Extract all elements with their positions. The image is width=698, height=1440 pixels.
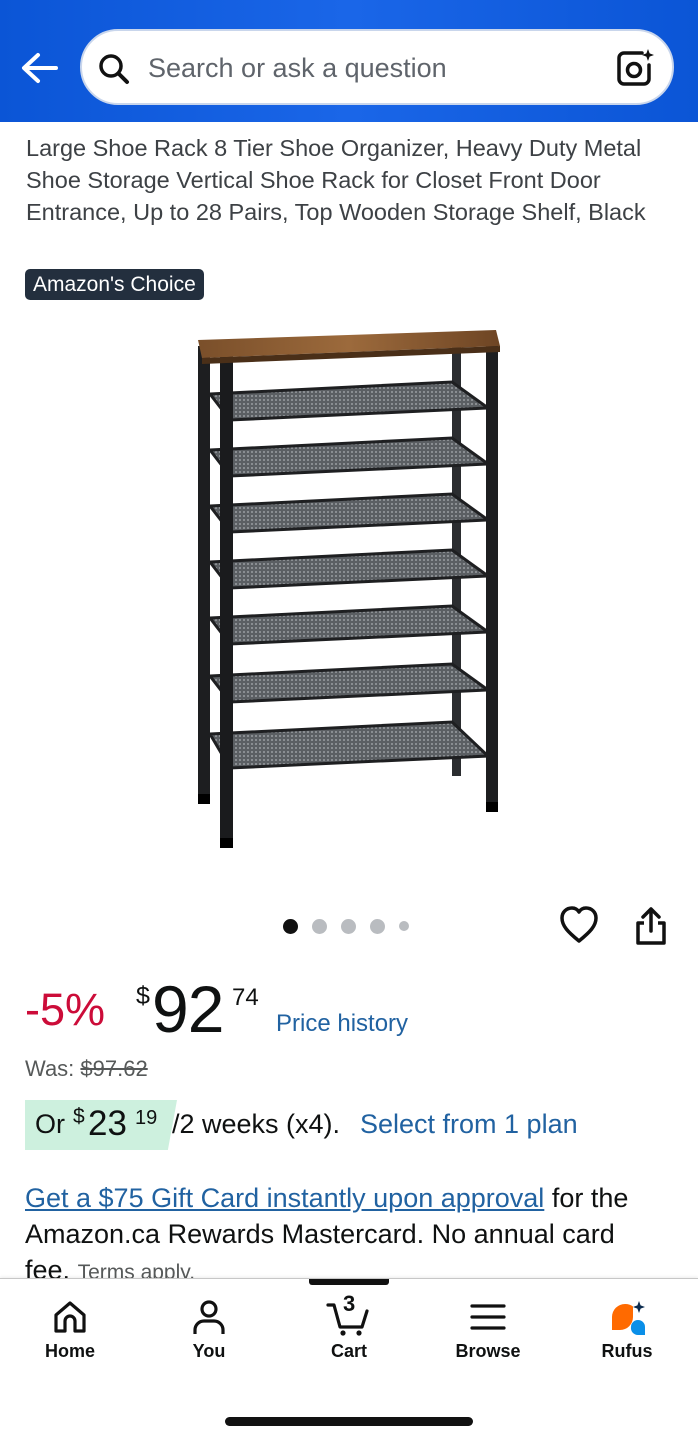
was-label: Was: — [25, 1056, 75, 1081]
price-fraction: 74 — [232, 984, 259, 1011]
select-plan-link[interactable]: Select from 1 plan — [360, 1109, 578, 1140]
tab-you-label: You — [192, 1341, 226, 1361]
tab-cart[interactable]: 3 Cart — [299, 1291, 399, 1373]
tab-rufus[interactable]: Rufus — [577, 1297, 677, 1373]
carousel-dot-1[interactable] — [283, 918, 298, 934]
carousel-dot-3[interactable] — [341, 918, 356, 934]
home-icon — [54, 1301, 86, 1333]
was-price-value: $97.62 — [80, 1056, 148, 1081]
tab-home[interactable]: Home — [20, 1297, 120, 1373]
back-arrow-icon — [22, 53, 58, 83]
installment-amount-fraction: 19 — [135, 1107, 158, 1129]
tab-rufus-label: Rufus — [601, 1341, 653, 1361]
was-price: Was: $97.62 — [25, 1056, 148, 1082]
installment-terms: /2 weeks (x4). — [172, 1109, 341, 1139]
gift-card-offer-link[interactable]: Get a $75 Gift Card instantly upon appro… — [25, 1183, 544, 1213]
installment-currency-symbol: $ — [73, 1105, 85, 1128]
carousel-dot-5[interactable] — [399, 921, 409, 931]
tab-browse-label: Browse — [455, 1341, 521, 1361]
price-currency-symbol: $ — [136, 982, 150, 1010]
tab-cart-label: Cart — [330, 1341, 367, 1361]
person-icon — [193, 1300, 225, 1334]
rufus-icon — [612, 1301, 645, 1336]
installment-or: Or — [35, 1109, 65, 1139]
cart-count: 3 — [343, 1291, 356, 1316]
installment-offer: Or $ 23 19 /2 weeks (x4). Select from 1 … — [25, 1100, 698, 1150]
menu-icon — [470, 1304, 506, 1330]
tab-you[interactable]: You — [159, 1297, 259, 1373]
tab-home-label: Home — [44, 1341, 95, 1361]
back-button[interactable] — [18, 48, 62, 88]
home-indicator-bar — [225, 1417, 473, 1426]
product-image[interactable] — [190, 326, 510, 850]
camera-lens-icon[interactable] — [614, 47, 656, 89]
active-tab-indicator — [309, 1279, 389, 1285]
tab-browse[interactable]: Browse — [438, 1297, 538, 1373]
price-whole: 92 — [152, 972, 224, 1046]
discount-percent: -5% — [25, 984, 106, 1035]
search-input[interactable] — [148, 49, 588, 87]
carousel-dot-2[interactable] — [312, 918, 327, 934]
price-history-link[interactable]: Price history — [276, 1010, 408, 1038]
image-carousel-dots[interactable] — [283, 918, 409, 934]
heart-icon[interactable] — [558, 905, 600, 945]
bottom-tab-bar: Home You 3 Cart Browse Rufus — [0, 1278, 698, 1440]
installment-amount-whole: 23 — [88, 1104, 127, 1143]
app-header — [0, 0, 698, 122]
product-title: Large Shoe Rack 8 Tier Shoe Organizer, H… — [26, 135, 646, 225]
search-bar[interactable] — [80, 29, 674, 105]
carousel-dot-4[interactable] — [370, 918, 385, 934]
share-icon[interactable] — [632, 905, 670, 947]
search-icon — [99, 54, 129, 84]
credit-card-promo: Get a $75 Gift Card instantly upon appro… — [25, 1180, 665, 1291]
amazons-choice-badge: Amazon's Choice — [25, 269, 204, 300]
